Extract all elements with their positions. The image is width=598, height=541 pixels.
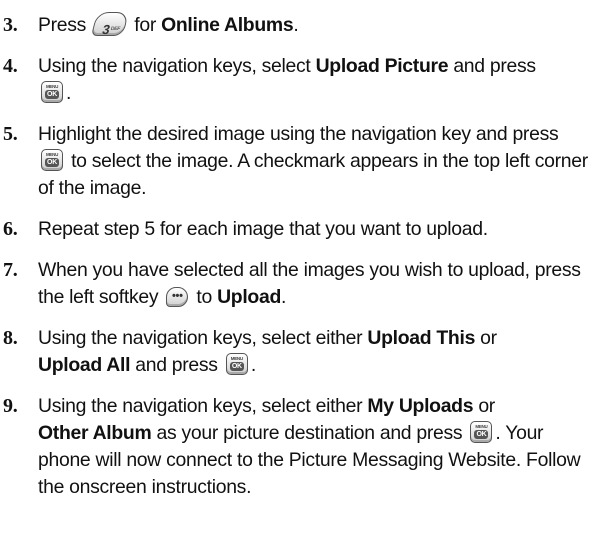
step-text: as your picture destination and press [156,422,463,444]
step-bold-text: Other Album [38,422,152,444]
step-4: 4. Using the navigation keys, select Upl… [0,53,590,107]
key-label-menu: MENU [45,84,59,89]
step-bold-text: Upload All [38,354,131,376]
step-text: Press [38,14,87,36]
step-text: Highlight the desired image using the na… [38,123,559,145]
step-text: Using the navigation keys, select either [38,395,363,417]
step-text: Repeat step 5 for each image that you wa… [38,218,488,240]
step-5: 5. Highlight the desired image using the… [0,121,590,202]
step-text: . [293,14,299,36]
step-text: Using the navigation keys, select [38,55,311,77]
instruction-steps: 3. Press 3 DEF for Online Albums. 4. Usin… [0,12,590,515]
step-8: 8. Using the navigation keys, select eit… [0,325,590,379]
softkey-glyph: ••• [172,290,183,302]
menu-ok-key-icon: MENU OK [470,421,493,443]
manual-page: 3. Press 3 DEF for Online Albums. 4. Usin… [0,0,598,541]
step-number: 5. [3,123,18,145]
step-bold-text: My Uploads [367,395,474,417]
step-9: 9. Using the navigation keys, select eit… [0,393,590,501]
step-number: 8. [3,327,18,349]
step-bold-text: Upload Picture [315,55,449,77]
step-6: 6. Repeat step 5 for each image that you… [0,216,590,243]
step-text: to select the image. A checkmark appears… [38,150,588,199]
step-number: 7. [3,259,18,281]
step-text: or [480,327,497,349]
step-text: to [196,286,212,308]
menu-ok-key-icon: MENU OK [41,149,63,171]
step-bold-text: Upload This [367,327,476,349]
step-text: . [250,354,256,376]
step-number: 9. [3,395,18,417]
step-3: 3. Press 3 DEF for Online Albums. [0,12,590,39]
step-7: 7. When you have selected all the images… [0,257,590,311]
key-label-menu: MENU [475,424,488,429]
left-softkey-icon: ••• [166,287,189,307]
step-bold-text: Online Albums [161,14,294,36]
menu-ok-key-icon: MENU OK [41,81,63,103]
step-number: 3. [3,14,18,36]
key-3-def-icon: 3 DEF [91,12,130,37]
step-text: for [134,14,156,36]
step-text: or [478,395,495,417]
step-number: 4. [3,55,18,77]
step-text: and press [453,55,536,77]
step-text: Using the navigation keys, select either [38,327,363,349]
step-bold-text: Upload [217,286,282,308]
key-label-ok: OK [45,158,59,167]
key-label-menu: MENU [230,356,243,361]
step-text: . [281,286,287,308]
step-text: and press [135,354,218,376]
key-label-ok: OK [474,430,489,439]
step-text: . [66,82,72,104]
key-label-ok: OK [229,362,244,371]
key-label-ok: OK [45,90,59,99]
step-text: When you have selected all the images yo… [38,259,581,308]
menu-ok-key-icon: MENU OK [225,353,248,375]
step-number: 6. [3,218,18,240]
key-label-menu: MENU [45,152,59,157]
